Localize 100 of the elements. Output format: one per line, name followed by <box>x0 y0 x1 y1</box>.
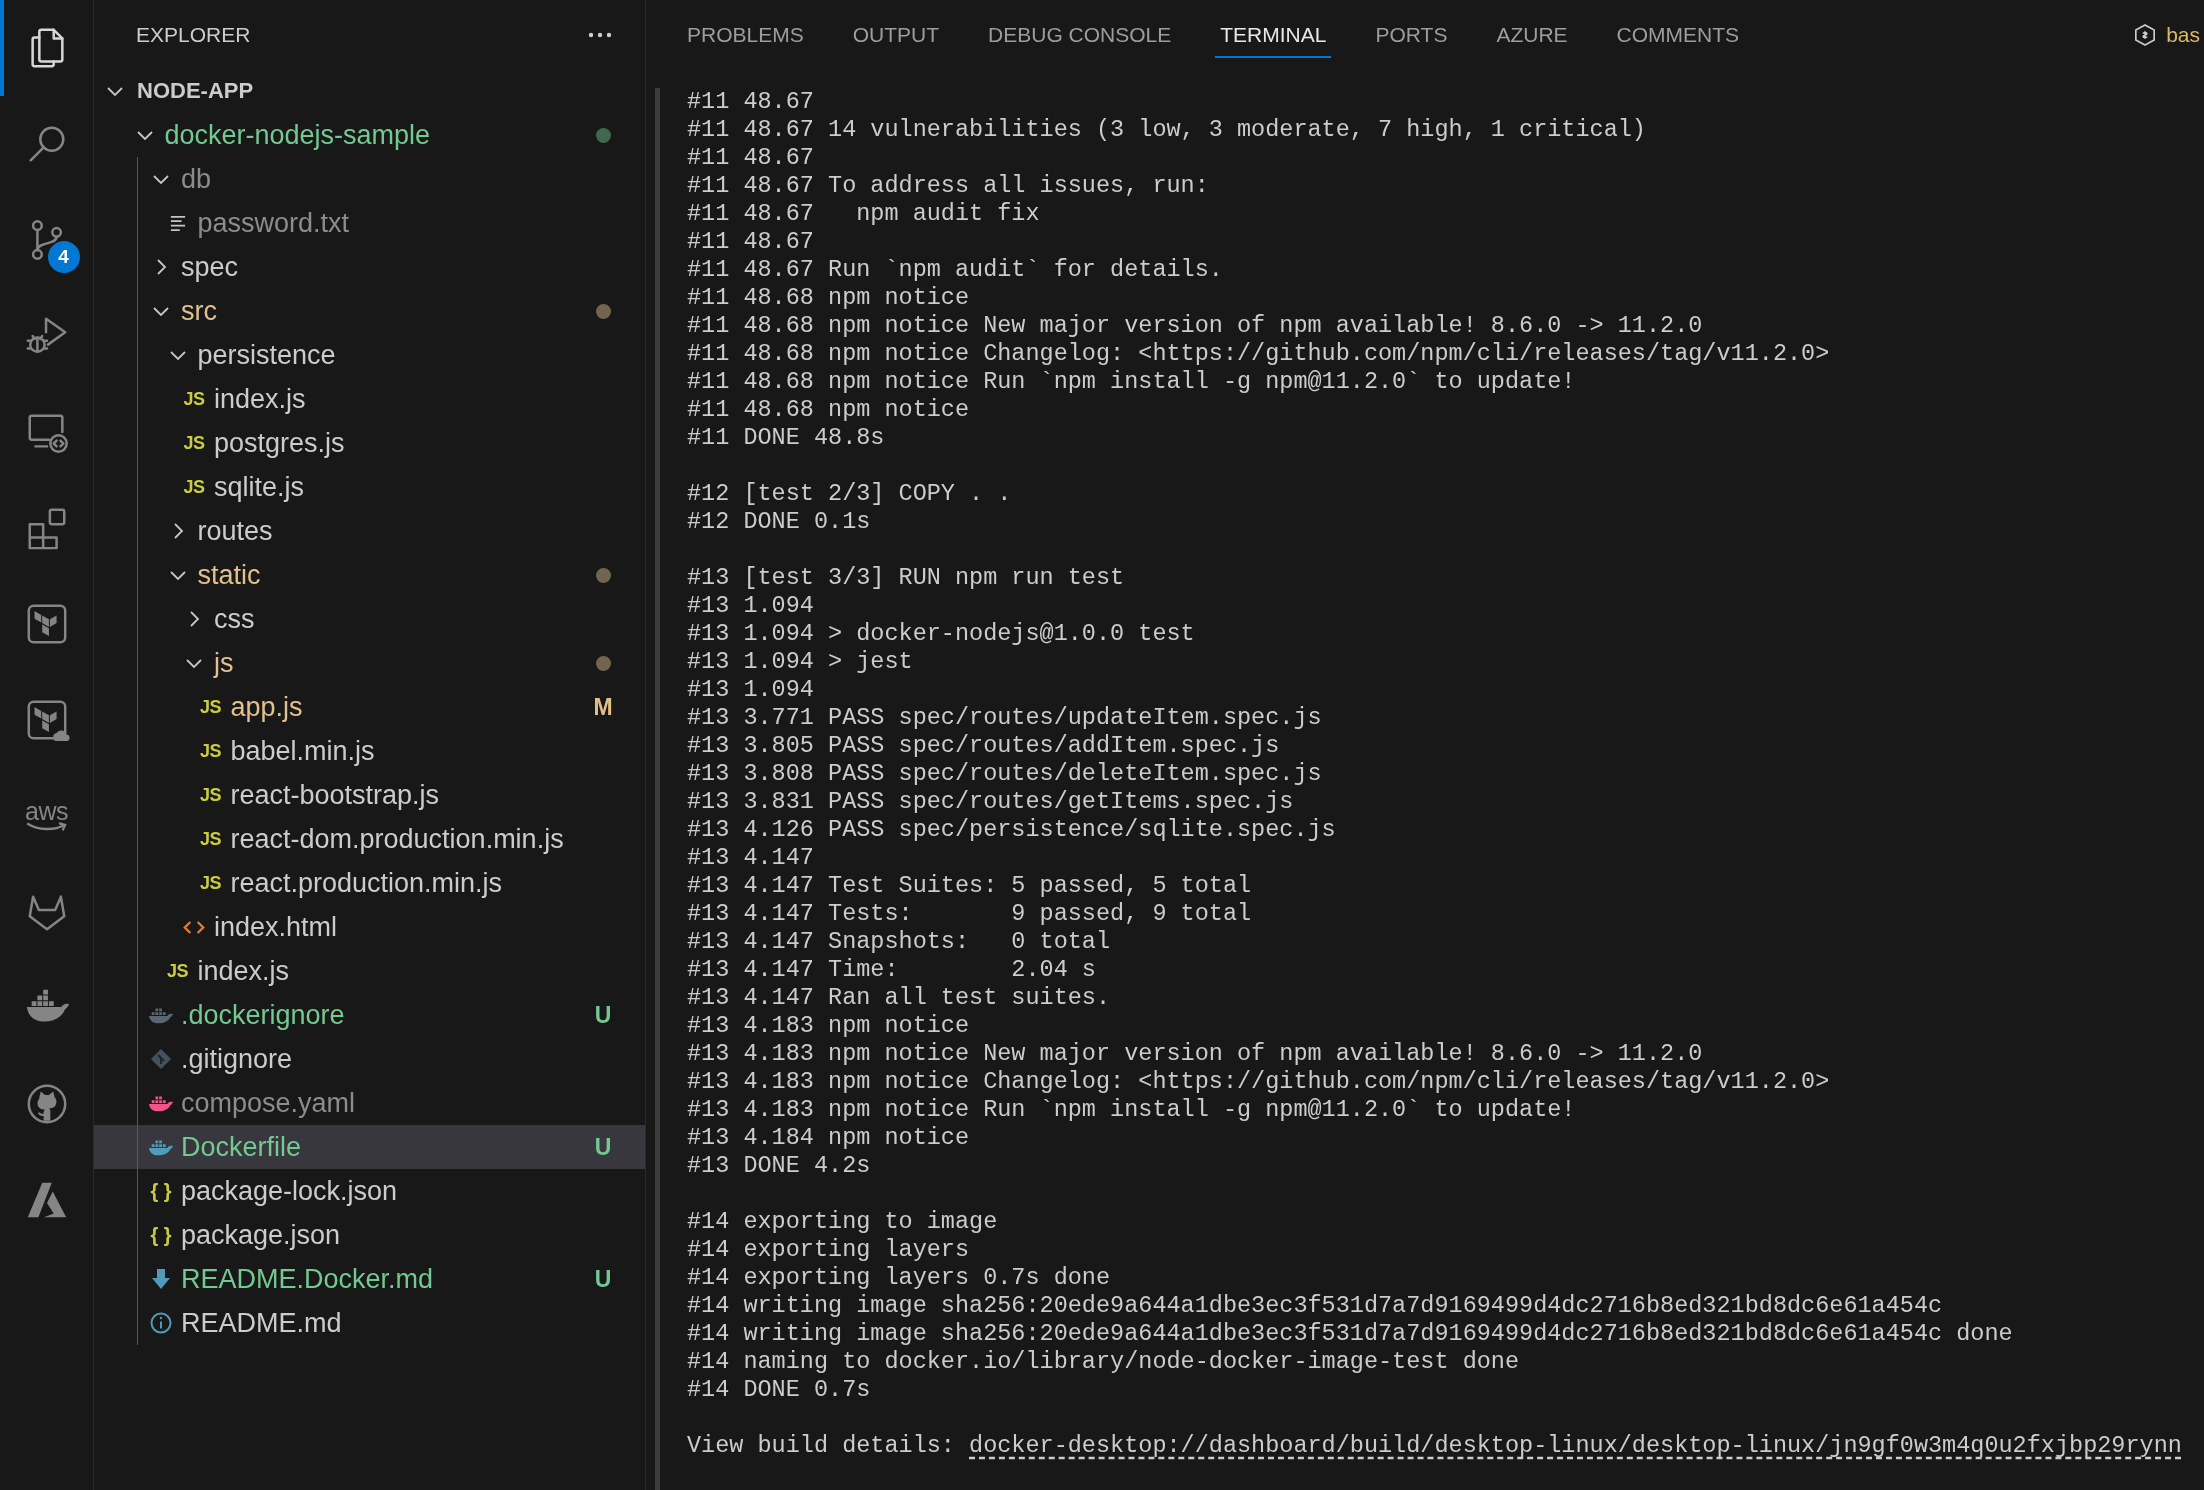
terminal-line: #13 1.094 <box>687 592 815 620</box>
terminal-line: #13 [test 3/3] RUN npm run test <box>687 564 1126 592</box>
file-item[interactable]: password.txt <box>94 201 645 245</box>
terminal-line: #13 3.808 PASS spec/routes/deleteItem.spec.js <box>687 760 1323 788</box>
terminal-line: #11 DONE 48.8s <box>687 424 886 452</box>
file-item[interactable]: { } package.json <box>94 1213 645 1257</box>
panel-tab[interactable]: TERMINAL <box>1215 0 1332 58</box>
js-file-icon: JS <box>167 962 188 980</box>
hexagon-icon[interactable] <box>2134 23 2157 47</box>
terminal-line: #14 naming to docker.io/library/node-docker-image-test done <box>687 1348 1521 1376</box>
shell-label[interactable]: bas <box>2166 22 2200 48</box>
terminal-line: #13 4.147 Tests: 9 passed, 9 total <box>687 900 1253 928</box>
terminal-line: #11 48.68 npm notice New major version of npm available! 8.6.0 -> 11.2.0 <box>687 312 1704 340</box>
js-file-icon: JS <box>200 698 221 716</box>
file-item[interactable]: Dockerfile U <box>94 1125 645 1169</box>
terminal-line: #13 3.805 PASS spec/routes/addItem.spec.js <box>687 732 1281 760</box>
file-item[interactable]: JS react.production.min.js <box>94 861 645 905</box>
terminal-line: #12 [test 2/3] COPY . . <box>687 480 1013 508</box>
file-item[interactable]: JS postgres.js <box>94 421 645 465</box>
code-brackets-icon <box>183 919 205 935</box>
terminal-line: #13 1.094 > docker-nodejs@1.0.0 test <box>687 620 1196 648</box>
folder-item[interactable]: spec <box>94 245 645 289</box>
terminal-line: #11 48.68 npm notice <box>687 396 971 424</box>
file-item[interactable]: .dockerignore U <box>94 993 645 1037</box>
terminal-line: #13 4.147 <box>687 844 815 872</box>
terminal-line: #11 48.67 To address all issues, run: <box>687 172 1210 200</box>
terminal-line: #11 48.68 npm notice <box>687 284 971 312</box>
braces-icon: { } <box>150 1180 172 1202</box>
terminal-line: #13 4.183 npm notice Run `npm install -g npm@11.2.0` to update! <box>687 1096 1577 1124</box>
file-item[interactable]: JS index.js <box>94 949 645 993</box>
terminal-line: #11 48.68 npm notice Run `npm install -g npm@11.2.0` to update! <box>687 368 1577 396</box>
folder-item[interactable]: js <box>94 641 645 685</box>
terminal-line: #13 4.126 PASS spec/persistence/sqlite.spec.js <box>687 816 1337 844</box>
file-item[interactable]: README.md <box>94 1301 645 1345</box>
panel-tab[interactable]: AZURE <box>1491 0 1573 58</box>
terminal-line: #13 4.183 npm notice Changelog: <https://github.com/npm/cli/releases/tag/v11.2.0> <box>687 1068 1831 1096</box>
file-item[interactable]: .gitignore <box>94 1037 645 1081</box>
file-item[interactable]: JS sqlite.js <box>94 465 645 509</box>
panel-tab[interactable]: PROBLEMS <box>682 0 809 58</box>
git-status-letter: M <box>593 693 613 721</box>
whale-icon <box>148 1138 174 1156</box>
js-file-icon: JS <box>183 390 205 408</box>
git-status-letter: U <box>594 1265 612 1293</box>
lines-icon <box>168 215 187 231</box>
panel-tab[interactable]: OUTPUT <box>847 0 945 58</box>
terminal-line: #13 4.147 Ran all test suites. <box>687 984 1112 1012</box>
terminal-line: #13 3.771 PASS spec/routes/updateItem.spec.js <box>687 704 1323 732</box>
terminal-line: #13 4.183 npm notice <box>687 1012 971 1040</box>
diamond-icon <box>150 1048 172 1070</box>
workspace-folder-item[interactable]: NODE-APP <box>94 69 645 113</box>
file-item[interactable]: JS index.js <box>94 377 645 421</box>
file-item[interactable]: index.html <box>94 905 645 949</box>
terminal-line: #14 exporting layers <box>687 1236 971 1264</box>
folder-item[interactable]: persistence <box>94 333 645 377</box>
terminal-line: #14 writing image sha256:20ede9a644a1dbe3ec3f531d7a7d9169499d4dc2716b8ed321bd8dc6e61a454c <box>687 1292 1944 1320</box>
terminal-line: #11 48.67 npm audit fix <box>687 200 1041 228</box>
count-badge: 4 <box>47 241 80 273</box>
terminal-line: #11 48.67 <box>687 88 815 116</box>
panel-tab[interactable]: DEBUG CONSOLE <box>983 0 1177 58</box>
file-item[interactable]: compose.yaml <box>94 1081 645 1125</box>
terminal-line: #11 48.68 npm notice Changelog: <https://github.com/npm/cli/releases/tag/v11.2.0> <box>687 340 1831 368</box>
whale-icon <box>148 1006 174 1024</box>
git-status-letter: U <box>594 1001 612 1029</box>
terminal-line: View build details: docker-desktop://dashboard/build/desktop-linux/desktop-linux/jn9gf0w3m4q0u2fxjbp29rynn <box>687 1432 2183 1460</box>
folder-item[interactable]: docker-nodejs-sample <box>94 113 645 157</box>
js-file-icon: JS <box>200 830 221 848</box>
terminal-line: #13 4.147 Snapshots: 0 total <box>687 928 1112 956</box>
terminal-line: #13 4.183 npm notice New major version of npm available! 8.6.0 -> 11.2.0 <box>687 1040 1704 1068</box>
folder-item[interactable]: css <box>94 597 645 641</box>
file-item[interactable]: JS babel.min.js <box>94 729 645 773</box>
js-file-icon: JS <box>200 742 221 760</box>
more-icon[interactable] <box>588 31 612 38</box>
terminal-line: #13 4.184 npm notice <box>687 1124 971 1152</box>
terminal-link[interactable]: docker-desktop://dashboard/build/desktop-linux/desktop-linux/jn9gf0w3m4q0u2fxjbp29rynn <box>969 1432 2182 1459</box>
folder-item[interactable]: src <box>94 289 645 333</box>
terminal-line: #14 exporting layers 0.7s done <box>687 1264 1112 1292</box>
folder-item[interactable]: db <box>94 157 645 201</box>
terminal-line: #13 1.094 <box>687 676 815 704</box>
terminal-line: #13 4.147 Time: 2.04 s <box>687 956 1097 984</box>
file-item[interactable]: JS react-dom.production.min.js <box>94 817 645 861</box>
file-item[interactable]: README.Docker.md U <box>94 1257 645 1301</box>
file-item[interactable]: { } package-lock.json <box>94 1169 645 1213</box>
terminal-line: #14 exporting to image <box>687 1208 999 1236</box>
terminal-line: #11 48.67 <box>687 228 815 256</box>
terminal-line: #13 1.094 > jest <box>687 648 914 676</box>
folder-item[interactable]: routes <box>94 509 645 553</box>
file-item[interactable]: JS app.js M <box>94 685 645 729</box>
down-arrow-icon <box>151 1268 171 1290</box>
panel-tab[interactable]: COMMENTS <box>1611 0 1745 58</box>
terminal-line: #11 48.67 <box>687 144 815 172</box>
info-icon <box>150 1312 172 1334</box>
file-item[interactable]: JS react-bootstrap.js <box>94 773 645 817</box>
terminal-line: #14 DONE 0.7s <box>687 1376 872 1404</box>
folder-item[interactable]: static <box>94 553 645 597</box>
terminal-line: #13 3.831 PASS spec/routes/getItems.spec.js <box>687 788 1295 816</box>
js-file-icon: JS <box>200 874 221 892</box>
aws-logo[interactable]: aws <box>24 800 69 832</box>
git-status-letter: U <box>594 1133 612 1161</box>
panel-tab[interactable]: PORTS <box>1370 0 1453 58</box>
sidebar-title: EXPLORER <box>136 22 252 47</box>
